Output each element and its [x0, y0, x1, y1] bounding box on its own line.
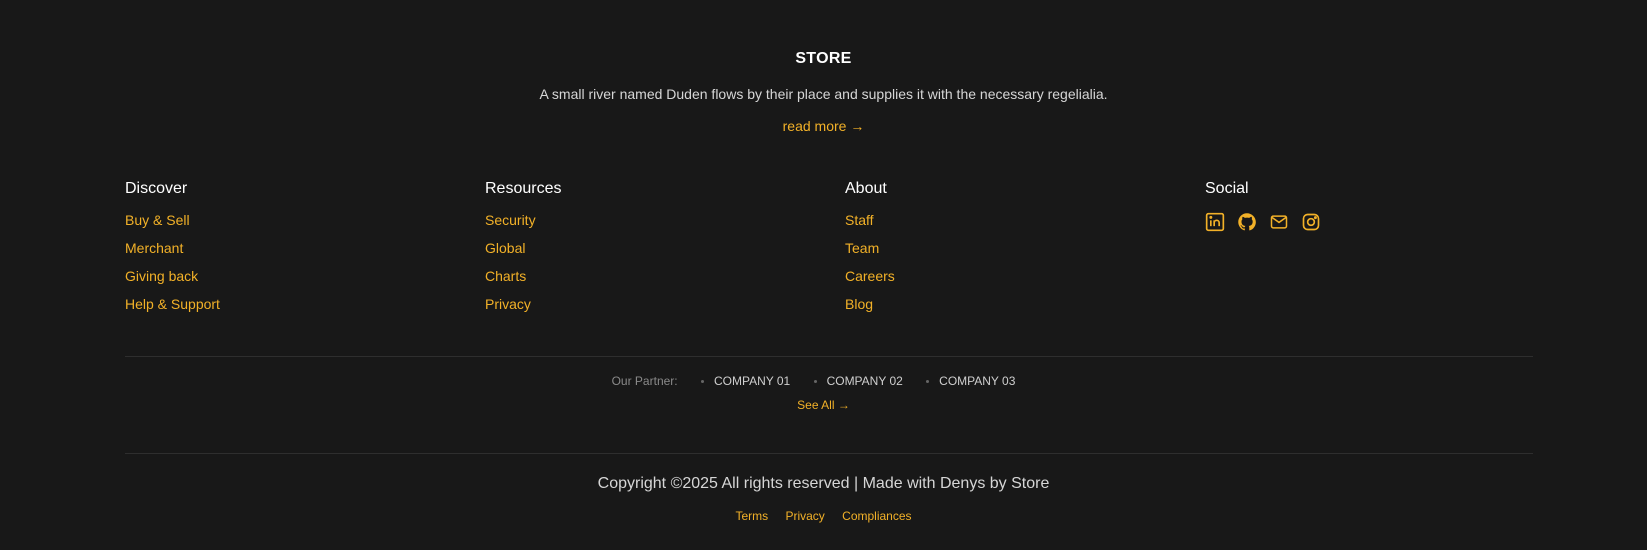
- partner-company-03[interactable]: COMPANY 03: [939, 374, 1015, 388]
- see-all-link[interactable]: See All →: [797, 398, 850, 412]
- compliances-link[interactable]: Compliances: [842, 509, 911, 523]
- copyright-text: Copyright ©2025 All rights reserved | Ma…: [597, 475, 1050, 492]
- link-giving-back[interactable]: Giving back: [125, 268, 198, 284]
- discover-links: Buy & Sell Merchant Giving back Help & S…: [125, 212, 220, 324]
- link-security[interactable]: Security: [485, 212, 536, 228]
- footer-column-discover: Discover Buy & Sell Merchant Giving back…: [125, 180, 220, 324]
- terms-link[interactable]: Terms: [735, 509, 768, 523]
- column-heading-resources: Resources: [485, 180, 562, 197]
- link-help-support[interactable]: Help & Support: [125, 296, 220, 312]
- partner-company-02[interactable]: COMPANY 02: [827, 374, 903, 388]
- link-charts[interactable]: Charts: [485, 268, 526, 284]
- brand-title: STORE: [795, 50, 852, 67]
- link-team[interactable]: Team: [845, 240, 879, 256]
- resources-links: Security Global Charts Privacy: [485, 212, 561, 324]
- social-icons: [1205, 212, 1321, 232]
- read-more-link[interactable]: read more →: [783, 118, 865, 134]
- github-icon[interactable]: [1237, 212, 1257, 232]
- footer-column-about: About Staff Team Careers Blog: [845, 180, 895, 324]
- legal-links: Terms Privacy Compliances: [0, 509, 1647, 523]
- bullet-icon: [926, 380, 930, 384]
- mail-icon[interactable]: [1269, 212, 1289, 232]
- partners-bar: Our Partner: COMPANY 01 COMPANY 02 COMPA…: [0, 374, 1647, 388]
- column-heading-about: About: [845, 180, 887, 197]
- link-careers[interactable]: Careers: [845, 268, 895, 284]
- column-heading-discover: Discover: [125, 180, 188, 197]
- privacy-policy-link[interactable]: Privacy: [785, 509, 824, 523]
- link-blog[interactable]: Blog: [845, 296, 873, 312]
- link-global[interactable]: Global: [485, 240, 525, 256]
- brand-tagline: A small river named Duden flows by their…: [539, 86, 1108, 102]
- bullet-icon: [813, 380, 817, 384]
- footer: STORE A small river named Duden flows by…: [0, 0, 1647, 550]
- divider-top: [125, 356, 1533, 357]
- linkedin-icon[interactable]: [1205, 212, 1225, 232]
- column-heading-social: Social: [1205, 180, 1249, 197]
- bullet-icon: [700, 380, 704, 384]
- link-staff[interactable]: Staff: [845, 212, 874, 228]
- about-links: Staff Team Careers Blog: [845, 212, 895, 324]
- footer-column-social: Social: [1205, 180, 1321, 232]
- link-buy-sell[interactable]: Buy & Sell: [125, 212, 190, 228]
- see-all-container: See All →: [0, 398, 1647, 412]
- instagram-icon[interactable]: [1301, 212, 1321, 232]
- link-privacy[interactable]: Privacy: [485, 296, 531, 312]
- read-more-container: read more →: [0, 118, 1647, 134]
- footer-column-resources: Resources Security Global Charts Privacy: [485, 180, 561, 324]
- partners-label: Our Partner:: [611, 374, 678, 388]
- link-merchant[interactable]: Merchant: [125, 240, 183, 256]
- divider-bottom: [125, 453, 1533, 454]
- partner-company-01[interactable]: COMPANY 01: [714, 374, 790, 388]
